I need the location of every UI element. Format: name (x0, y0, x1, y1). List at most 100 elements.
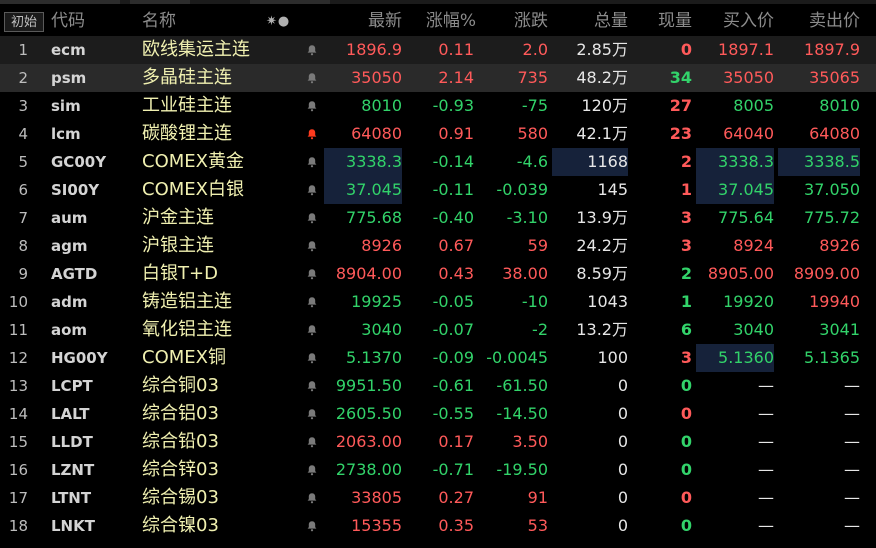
table-row[interactable]: 4 lcm 碳酸锂主连 64080 0.91 580 42.1万 23 64040 64080 (0, 120, 876, 148)
row-price: 64080 (351, 124, 402, 143)
row-chg: -10 (521, 292, 548, 311)
row-name[interactable]: COMEX铜 (142, 344, 226, 372)
row-name[interactable]: 铸造铝主连 (142, 288, 232, 316)
column-header-vol[interactable]: 总量 (552, 10, 628, 32)
row-code[interactable]: agm (51, 232, 88, 260)
row-name[interactable]: 工业硅主连 (142, 92, 232, 120)
row-code[interactable]: HG00Y (51, 344, 108, 372)
row-bid: 8905.00 (707, 264, 774, 283)
row-cur: 0 (680, 488, 692, 507)
row-code[interactable]: LCPT (51, 372, 93, 400)
table-row[interactable]: 10 adm 铸造铝主连 19925 -0.05 -10 1043 1 19920 19940 (0, 288, 876, 316)
table-row[interactable]: 2 psm 多晶硅主连 35050 2.14 735 48.2万 34 35050 35065 (0, 64, 876, 92)
column-header-code[interactable]: 代码 (51, 10, 85, 32)
row-name[interactable]: 沪银主连 (142, 232, 214, 260)
row-cur: 1 (680, 180, 692, 199)
table-row[interactable]: 5 GC00Y COMEX黄金 3338.3 -0.14 -4.6 1168 2 3338.3 3… (0, 148, 876, 176)
row-price: 19925 (351, 292, 402, 311)
row-code[interactable]: ecm (51, 36, 86, 64)
table-row[interactable]: 1 ecm 欧线集运主连 1896.9 0.11 2.0 2.85万 0 1897.1 1897.… (0, 36, 876, 64)
table-row[interactable]: 12 HG00Y COMEX铜 5.1370 -0.09 -0.0045 100 3 5.136… (0, 344, 876, 372)
row-chg: 580 (517, 124, 548, 143)
row-name[interactable]: 欧线集运主连 (142, 36, 250, 64)
row-cur: 0 (680, 40, 692, 59)
column-header-bid[interactable]: 买入价 (696, 10, 774, 32)
init-button[interactable]: 初始 (4, 12, 44, 32)
row-name[interactable]: 碳酸锂主连 (142, 120, 232, 148)
table-row[interactable]: 11 aom 氧化铝主连 3040 -0.07 -2 13.2万 6 3040 3041 (0, 316, 876, 344)
table-row[interactable]: 6 SI00Y COMEX白银 37.045 -0.11 -0.039 145 1 37.045… (0, 176, 876, 204)
row-name[interactable]: 氧化铝主连 (142, 316, 232, 344)
row-cur: 0 (680, 460, 692, 479)
row-code[interactable]: GC00Y (51, 148, 106, 176)
row-cur: 1 (680, 292, 692, 311)
row-code[interactable]: SI00Y (51, 176, 99, 204)
table-row[interactable]: 15 LLDT 综合铅03 2063.00 0.17 3.50 0 0 — — (0, 428, 876, 456)
row-name[interactable]: COMEX白银 (142, 176, 244, 204)
row-index: 4 (18, 125, 28, 143)
table-row[interactable]: 3 sim 工业硅主连 8010 -0.93 -75 120万 27 8005 8010 (0, 92, 876, 120)
table-row[interactable]: 9 AGTD 白银T+D 8904.00 0.43 38.00 8.59万 2 8905.00 8… (0, 260, 876, 288)
row-index: 11 (8, 321, 28, 339)
row-name[interactable]: 综合镍03 (142, 512, 219, 540)
row-pct: -0.61 (432, 376, 474, 395)
row-vol: 8.59万 (576, 264, 628, 283)
row-vol: 24.2万 (576, 236, 628, 255)
row-name[interactable]: 综合锌03 (142, 456, 219, 484)
column-header-ask[interactable]: 卖出价 (780, 10, 860, 32)
row-ask: — (844, 516, 860, 535)
row-chg: -0.039 (496, 180, 548, 199)
row-chg: -0.0045 (486, 348, 548, 367)
row-index: 14 (8, 405, 28, 423)
column-options-icon[interactable]: ✷● (266, 14, 290, 29)
table-row[interactable]: 13 LCPT 综合铜03 9951.50 -0.61 -61.50 0 0 — — (0, 372, 876, 400)
row-name[interactable]: COMEX黄金 (142, 148, 244, 176)
row-code[interactable]: LLDT (51, 428, 93, 456)
column-header-pct[interactable]: 涨幅% (404, 10, 476, 32)
row-ask: — (844, 404, 860, 423)
bell-icon[interactable] (306, 512, 320, 548)
row-code[interactable]: sim (51, 92, 81, 120)
row-name[interactable]: 沪金主连 (142, 204, 214, 232)
row-ask: 775.72 (804, 208, 860, 227)
row-name[interactable]: 综合铝03 (142, 400, 219, 428)
row-code[interactable]: aom (51, 316, 87, 344)
row-code[interactable]: LNKT (51, 512, 95, 540)
row-price: 2605.50 (335, 404, 402, 423)
row-price: 9951.50 (335, 376, 402, 395)
column-header-price[interactable]: 最新 (330, 10, 402, 32)
table-row[interactable]: 18 LNKT 综合镍03 15355 0.35 53 0 0 — — (0, 512, 876, 540)
row-name[interactable]: 综合铅03 (142, 428, 219, 456)
row-name[interactable]: 综合铜03 (142, 372, 219, 400)
row-index: 10 (8, 293, 28, 311)
row-name[interactable]: 多晶硅主连 (142, 64, 232, 92)
row-code[interactable]: adm (51, 288, 88, 316)
row-name[interactable]: 综合锡03 (142, 484, 219, 512)
row-cur: 6 (680, 320, 692, 339)
row-code[interactable]: LALT (51, 400, 89, 428)
row-code[interactable]: LZNT (51, 456, 94, 484)
row-name[interactable]: 白银T+D (142, 260, 218, 288)
row-ask: 5.1365 (804, 348, 860, 367)
row-bid: 3040 (733, 320, 774, 339)
table-row[interactable]: 17 LTNT 综合锡03 33805 0.27 91 0 0 — — (0, 484, 876, 512)
row-code[interactable]: lcm (51, 120, 81, 148)
table-row[interactable]: 16 LZNT 综合锌03 2738.00 -0.71 -19.50 0 0 — — (0, 456, 876, 484)
row-pct: 2.14 (438, 68, 474, 87)
row-price: 1896.9 (346, 40, 402, 59)
row-price: 3040 (361, 320, 402, 339)
row-chg: 3.50 (512, 432, 548, 451)
column-header-chg[interactable]: 涨跌 (480, 10, 548, 32)
row-code[interactable]: aum (51, 204, 87, 232)
row-ask: — (844, 432, 860, 451)
table-row[interactable]: 14 LALT 综合铝03 2605.50 -0.55 -14.50 0 0 — — (0, 400, 876, 428)
row-code[interactable]: psm (51, 64, 86, 92)
row-code[interactable]: LTNT (51, 484, 91, 512)
table-row[interactable]: 7 aum 沪金主连 775.68 -0.40 -3.10 13.9万 3 775.64 775.… (0, 204, 876, 232)
column-header-name[interactable]: 名称 (142, 10, 176, 32)
row-pct: -0.93 (432, 96, 474, 115)
row-code[interactable]: AGTD (51, 260, 97, 288)
column-header-cur[interactable]: 现量 (636, 10, 692, 32)
row-vol: 48.2万 (576, 68, 628, 87)
table-row[interactable]: 8 agm 沪银主连 8926 0.67 59 24.2万 3 8924 8926 (0, 232, 876, 260)
